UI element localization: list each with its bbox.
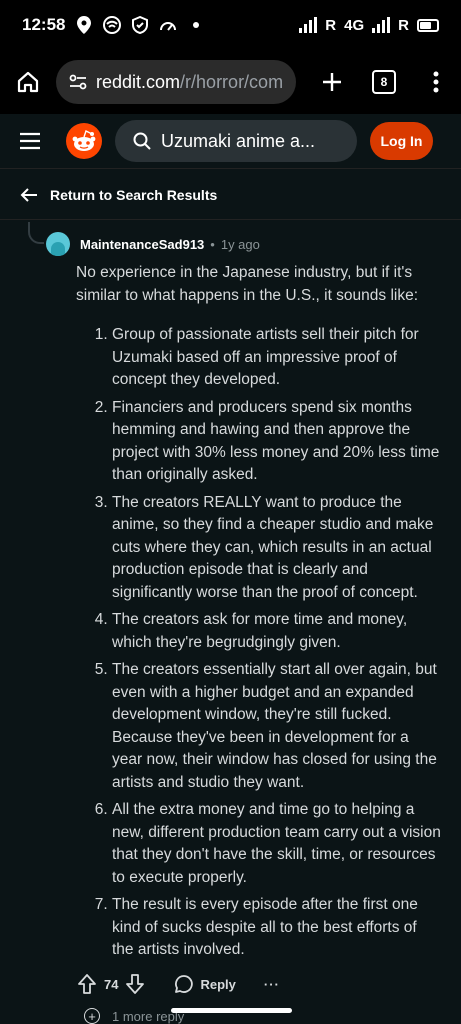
list-item: The creators essentially start all over … xyxy=(112,659,441,794)
avatar[interactable] xyxy=(46,232,70,256)
url-path: /r/horror/com xyxy=(180,71,284,92)
list-item: The creators REALLY want to produce the … xyxy=(112,492,441,605)
clock: 12:58 xyxy=(22,15,66,34)
home-icon xyxy=(17,71,39,93)
signal-icon xyxy=(299,16,318,34)
plus-icon xyxy=(323,73,341,91)
gesture-bar xyxy=(171,1008,292,1013)
site-settings-icon[interactable] xyxy=(68,72,88,92)
search-input[interactable]: Uzumaki anime a... xyxy=(115,120,357,162)
notification-dot-icon xyxy=(187,16,205,34)
tab-switcher-button[interactable]: 8 xyxy=(372,70,396,94)
thread-connector xyxy=(28,222,44,244)
return-to-results-link[interactable]: Return to Search Results xyxy=(0,170,461,220)
list-item: Financiers and producers spend six month… xyxy=(112,397,441,487)
comment-author[interactable]: MaintenanceSad913 xyxy=(80,237,204,252)
new-tab-button[interactable] xyxy=(314,71,350,93)
reply-button[interactable]: Reply xyxy=(174,974,236,994)
login-button[interactable]: Log In xyxy=(370,122,433,160)
more-options-button[interactable]: ··· xyxy=(264,977,280,992)
roaming-mark-2: R xyxy=(398,16,409,34)
location-icon xyxy=(75,16,93,34)
browser-toolbar: reddit.com/r/horror/com 8 xyxy=(0,50,461,114)
comment-bubble-icon xyxy=(175,975,194,993)
url-host: reddit.com xyxy=(96,71,181,92)
comment-body: No experience in the Japanese industry, … xyxy=(76,262,441,967)
downvote-button[interactable] xyxy=(126,974,145,994)
comment-header: MaintenanceSad913 • 1y ago xyxy=(46,232,260,256)
tab-count: 8 xyxy=(380,75,388,89)
status-bar: 12:58 R 4G R xyxy=(0,0,461,50)
comment-actions: 74 Reply ··· xyxy=(78,970,280,998)
site-header: Uzumaki anime a... Log In xyxy=(0,114,461,169)
search-query: Uzumaki anime a... xyxy=(161,130,316,151)
browser-menu-button[interactable] xyxy=(426,71,446,93)
vote-score: 74 xyxy=(104,976,119,992)
more-replies-link[interactable]: + 1 more reply xyxy=(84,1008,184,1024)
reddit-logo[interactable] xyxy=(66,123,102,159)
signal-icon-2 xyxy=(372,16,391,34)
shield-icon xyxy=(131,16,149,34)
upvote-button[interactable] xyxy=(78,974,96,994)
expand-icon: + xyxy=(84,1008,100,1024)
more-vertical-icon xyxy=(433,71,439,93)
comment-intro: No experience in the Japanese industry, … xyxy=(76,264,419,304)
roaming-mark: R xyxy=(325,16,337,34)
arrow-left-icon xyxy=(20,187,38,203)
downvote-icon xyxy=(126,974,145,994)
hamburger-icon xyxy=(20,132,40,150)
separator-dot: • xyxy=(210,236,215,252)
battery-icon xyxy=(417,18,439,32)
search-icon xyxy=(133,132,151,150)
upvote-icon xyxy=(78,974,96,994)
reply-label: Reply xyxy=(200,976,236,992)
network-type: 4G xyxy=(344,16,365,34)
list-item: Group of passionate artists sell their p… xyxy=(112,324,441,392)
list-item: All the extra money and time go to helpi… xyxy=(112,799,441,889)
comment-age: 1y ago xyxy=(220,236,260,252)
comment-list: Group of passionate artists sell their p… xyxy=(76,324,441,962)
url-bar[interactable]: reddit.com/r/horror/com xyxy=(56,60,296,104)
menu-button[interactable] xyxy=(0,132,60,150)
return-label: Return to Search Results xyxy=(50,186,218,203)
list-item: The result is every episode after the fi… xyxy=(112,894,441,962)
list-item: The creators ask for more time and money… xyxy=(112,609,441,654)
speed-icon xyxy=(159,16,177,34)
home-button[interactable] xyxy=(0,70,56,94)
wifi-icon xyxy=(103,16,122,34)
